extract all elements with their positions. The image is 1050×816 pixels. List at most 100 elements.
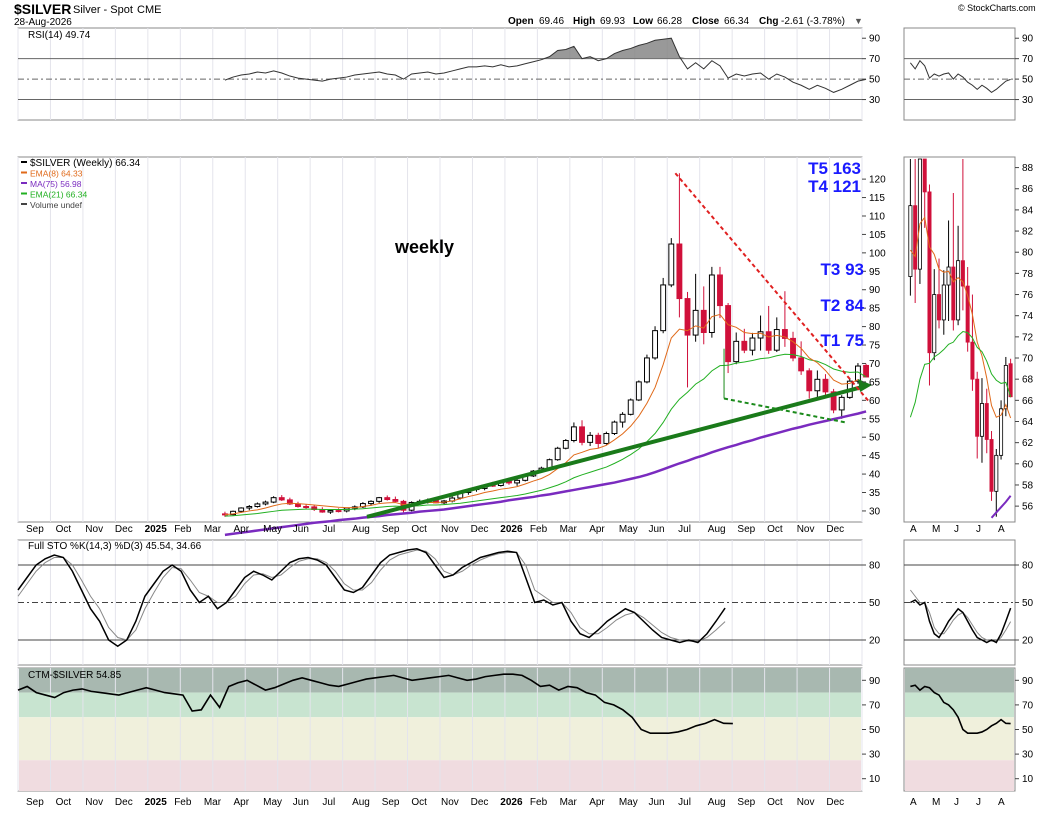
price-tick-label: 30 (869, 506, 881, 517)
candle (270, 497, 277, 503)
candle (700, 309, 707, 333)
x-tick-label: Dec (471, 797, 489, 808)
side-candle (979, 403, 984, 437)
legend-entry: MA(75) 56.98 (30, 179, 82, 189)
candle (668, 243, 675, 286)
legend-entry: EMA(21) 66.34 (30, 190, 87, 200)
candle (822, 378, 829, 393)
candle (733, 340, 740, 363)
open-label: Open (508, 16, 534, 27)
legend-swatch (21, 161, 27, 163)
rsi-side-tick-label: 70 (1022, 54, 1034, 65)
x-tick-label: Dec (471, 524, 489, 535)
ctm-tick-label: 10 (869, 774, 881, 785)
side-x-tick-label: A (910, 524, 917, 535)
x-tick-label: May (263, 524, 282, 535)
side-x-tick-label: J (954, 524, 959, 535)
chg-dropdown-icon[interactable]: ▼ (854, 16, 863, 26)
x-tick-label: Jul (322, 797, 335, 808)
side-candle (922, 158, 927, 193)
legend-swatch (21, 203, 27, 205)
side-candle (917, 158, 922, 270)
legend-swatch (21, 192, 27, 195)
side-x-tick-label: A (998, 524, 1005, 535)
x-tick-label: Dec (826, 797, 844, 808)
target-t2: T2 84 (821, 296, 865, 315)
x-tick-label: Jun (293, 524, 309, 535)
x-tick-label: Oct (411, 797, 427, 808)
x-tick-label: Oct (56, 797, 72, 808)
candle (335, 510, 342, 513)
x-tick-label: 2025 (145, 524, 168, 535)
candle (246, 506, 253, 509)
side-candle (941, 284, 946, 321)
x-tick-label: Mar (560, 524, 578, 535)
price-side-tick-label: 60 (1022, 459, 1034, 470)
ctm-side-band (905, 717, 1014, 761)
sto-tick-label: 20 (869, 636, 881, 647)
price-side-tick-label: 74 (1022, 311, 1034, 322)
rsi-tick-label: 90 (869, 34, 881, 45)
candle (368, 500, 374, 505)
ctm-side-tick-label: 70 (1022, 700, 1034, 711)
candle (773, 329, 780, 351)
copyright: © StockCharts.com (958, 3, 1036, 13)
price-side-tick-label: 62 (1022, 438, 1034, 449)
legend-entry: $SILVER (Weekly) 66.34 (30, 158, 141, 169)
price-tick-label: 65 (869, 377, 881, 388)
price-tick-label: 60 (869, 396, 881, 407)
rsi-side-tick-label: 50 (1022, 75, 1034, 86)
price-side-tick-label: 58 (1022, 480, 1034, 491)
ctm-side-band (905, 692, 1014, 718)
ctm-side-tick-label: 50 (1022, 725, 1034, 736)
x-tick-label: Jul (322, 524, 335, 535)
close-label: Close (692, 16, 720, 27)
side-panel-rsi (903, 27, 1016, 121)
x-tick-label: Feb (530, 524, 548, 535)
x-tick-label: Nov (441, 524, 459, 535)
price-side-tick-label: 84 (1022, 205, 1034, 216)
x-tick-label: May (619, 797, 638, 808)
x-tick-label: Feb (530, 797, 548, 808)
candle (603, 433, 610, 444)
rsi-tick-label: 30 (869, 95, 881, 106)
x-tick-label: 2025 (145, 797, 168, 808)
candle (384, 497, 391, 501)
price-side-tick-label: 66 (1022, 396, 1034, 407)
candle (303, 506, 310, 509)
ctm-side-tick-label: 90 (1022, 676, 1034, 687)
candle (392, 499, 399, 502)
candle (757, 331, 764, 339)
x-tick-label: Mar (204, 797, 222, 808)
x-tick-label: Oct (767, 797, 783, 808)
price-tick-label: 115 (869, 193, 885, 204)
side-candle (994, 454, 999, 492)
x-tick-label: 2026 (500, 524, 523, 535)
candle (619, 413, 626, 423)
candle (295, 503, 301, 508)
target-t4: T4 121 (808, 177, 861, 196)
chg-value: -2.61 (-3.78%) (781, 16, 845, 27)
candle (717, 274, 723, 307)
price-side-tick-label: 70 (1022, 354, 1034, 365)
x-tick-label: Oct (56, 524, 72, 535)
low-value: 66.28 (657, 16, 682, 27)
side-candle (937, 294, 942, 321)
price-side-tick-label: 80 (1022, 248, 1034, 259)
x-tick-label: Jun (293, 797, 309, 808)
legend-swatch (21, 171, 27, 174)
low-label: Low (633, 16, 653, 27)
candle (376, 497, 383, 502)
x-tick-label: Nov (85, 797, 103, 808)
price-side-tick-label: 86 (1022, 184, 1034, 195)
candle (635, 381, 642, 401)
price-tick-label: 70 (869, 359, 881, 370)
price-tick-label: 110 (869, 211, 885, 222)
side-candle (951, 266, 956, 321)
price-tick-label: 120 (869, 175, 886, 186)
price-tick-label: 90 (869, 285, 881, 296)
chart-date: 28-Aug-2026 (14, 17, 72, 28)
x-tick-label: May (619, 524, 638, 535)
x-tick-label: May (263, 797, 282, 808)
target-t1: T1 75 (821, 331, 864, 350)
